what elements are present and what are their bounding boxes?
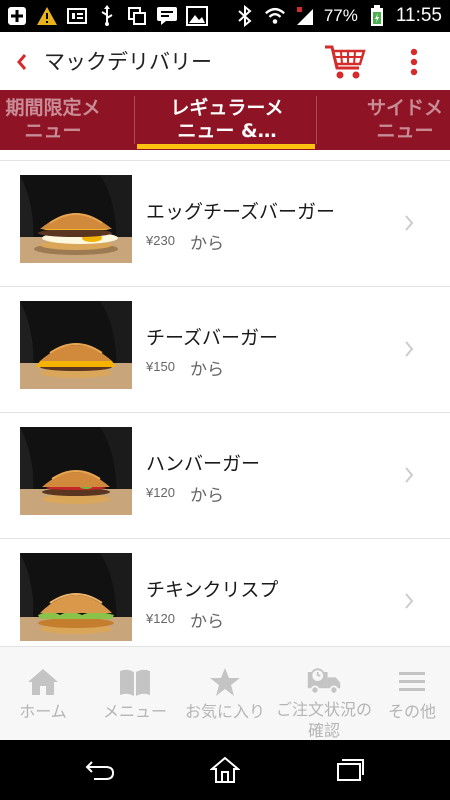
- back-icon: [17, 54, 27, 70]
- bottom-navigation: ホーム メニュー お気に入り ご注文状況の 確認 その他: [0, 646, 450, 740]
- list-item[interactable]: エッグチーズバーガー ¥230 から: [0, 161, 450, 287]
- plus-icon: [6, 5, 28, 27]
- system-navigation-bar: [0, 740, 450, 800]
- chevron-right-icon: [402, 463, 416, 487]
- system-recents-icon: [337, 759, 364, 781]
- battery-percent: 77%: [323, 6, 358, 25]
- tab-divider: [316, 96, 317, 144]
- message-icon: [156, 5, 178, 27]
- item-price-suffix: から: [190, 486, 224, 506]
- item-price: ¥230: [146, 233, 175, 248]
- nav-order-status[interactable]: ご注文状況の 確認: [272, 647, 376, 741]
- screen-icon: [126, 5, 148, 27]
- item-price-suffix: から: [190, 612, 224, 632]
- nav-favorites[interactable]: お気に入り: [180, 647, 270, 741]
- list-item[interactable]: ハンバーガー ¥120 から: [0, 413, 450, 539]
- list-item[interactable]: チーズバーガー ¥150 から: [0, 287, 450, 413]
- chicken-crisp-image: [20, 553, 132, 641]
- nav-home[interactable]: ホーム: [0, 647, 86, 741]
- item-name: エッグチーズバーガー: [146, 201, 336, 223]
- delivery-truck-icon: [306, 665, 342, 697]
- tab-limited-menu[interactable]: 期間限定メ ニュー: [0, 90, 128, 150]
- nav-label: お気に入り: [184, 702, 265, 721]
- nav-label: ご注文状況の: [275, 700, 372, 719]
- bluetooth-icon: [234, 5, 256, 27]
- system-status: 77% 11:55: [234, 0, 442, 32]
- tab-label-line2: ニュー: [376, 120, 434, 142]
- nav-menu[interactable]: メニュー: [92, 647, 178, 741]
- cart-icon: [325, 45, 366, 79]
- nav-other[interactable]: その他: [374, 647, 450, 741]
- item-price-suffix: から: [190, 234, 224, 254]
- more-options-button[interactable]: [400, 44, 428, 80]
- usb-icon: [96, 5, 118, 27]
- home-icon: [25, 665, 61, 699]
- nav-label: その他: [387, 702, 436, 721]
- egg-cheese-burger-image: [20, 175, 132, 263]
- menu-book-icon: [117, 665, 153, 699]
- item-name: ハンバーガー: [146, 453, 261, 475]
- item-name: チキンクリスプ: [146, 579, 279, 601]
- nav-label-line2: 確認: [307, 721, 340, 740]
- system-back-icon: [85, 761, 115, 780]
- selected-tab-indicator: [137, 144, 315, 149]
- chevron-right-icon: [402, 211, 416, 235]
- page-title: マックデリバリー: [44, 50, 212, 74]
- item-price-suffix: から: [190, 360, 224, 380]
- warning-icon: [36, 5, 58, 27]
- cheeseburger-image: [20, 301, 132, 389]
- tab-divider: [134, 96, 135, 144]
- list-item[interactable]: チキンクリスプ ¥120 から: [0, 539, 450, 644]
- tab-label-line2: ニュー &…: [177, 120, 277, 142]
- item-price: ¥120: [146, 485, 175, 500]
- cart-button[interactable]: [322, 42, 368, 82]
- hamburger-image: [20, 427, 132, 515]
- more-icon: [410, 48, 418, 76]
- chevron-right-icon: [402, 589, 416, 613]
- tab-label-line2: ニュー: [24, 120, 82, 142]
- app-bar: マックデリバリー: [0, 32, 450, 90]
- battery-icon: [366, 5, 388, 27]
- signal-icon: [294, 5, 316, 27]
- menu-list: エッグチーズバーガー ¥230 から チーズバーガー ¥150 から ハンバーガ…: [0, 160, 450, 644]
- wifi-icon: [264, 5, 286, 27]
- hamburger-menu-icon: [394, 665, 430, 699]
- star-icon: [207, 665, 243, 699]
- tab-side-menu[interactable]: サイドメ ニュー: [330, 90, 450, 150]
- system-back-button[interactable]: [80, 754, 120, 786]
- category-tabs: 期間限定メ ニュー レギュラーメ ニュー &… サイドメ ニュー: [0, 90, 450, 150]
- item-price: ¥150: [146, 359, 175, 374]
- tab-label-line1: 期間限定メ: [5, 97, 101, 119]
- sim-icon: [66, 5, 88, 27]
- status-bar: 77% 11:55: [0, 0, 450, 32]
- nav-label: メニュー: [102, 702, 167, 721]
- clock: 11:55: [395, 5, 442, 26]
- notification-icons: [0, 5, 208, 27]
- system-home-button[interactable]: [205, 754, 245, 786]
- system-recents-button[interactable]: [330, 754, 370, 786]
- back-button[interactable]: [10, 48, 34, 76]
- item-name: チーズバーガー: [146, 327, 279, 349]
- nav-label: ホーム: [19, 702, 67, 721]
- image-icon: [186, 5, 208, 27]
- item-price: ¥120: [146, 611, 175, 626]
- tab-regular-menu[interactable]: レギュラーメ ニュー &…: [138, 90, 316, 150]
- tab-label-line1: サイドメ: [366, 97, 443, 119]
- chevron-right-icon: [402, 337, 416, 361]
- tab-label-line1: レギュラーメ: [170, 97, 284, 119]
- system-home-icon: [210, 756, 240, 783]
